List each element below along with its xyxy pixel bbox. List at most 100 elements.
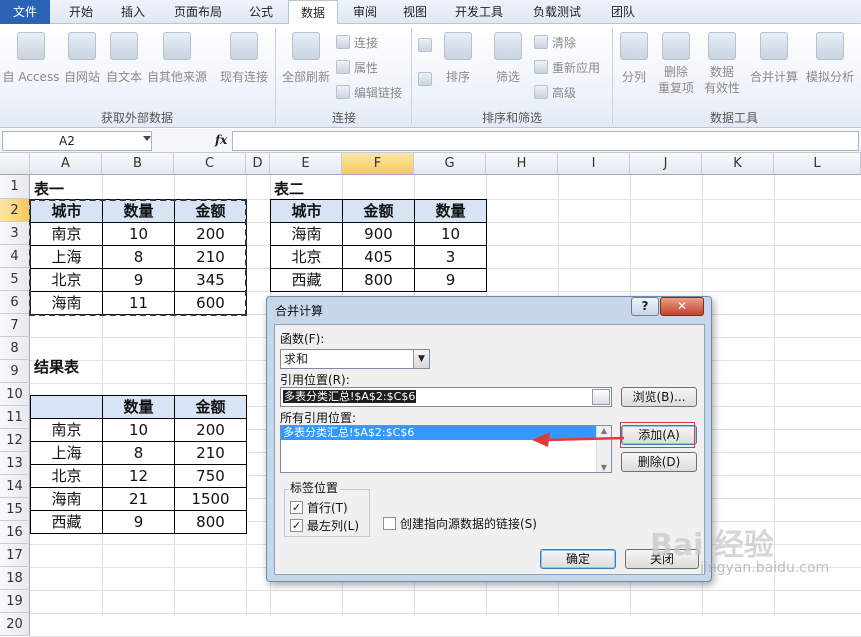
tab-view[interactable]: 视图 [392,0,438,24]
chevron-down-icon[interactable] [143,136,151,141]
sort-asc-button[interactable] [418,38,436,53]
name-box[interactable]: A2 [2,131,152,151]
table2-cell[interactable]: 9 [414,268,487,292]
result-table-header-cell[interactable]: 金额 [174,395,247,419]
what-if-analysis-button[interactable]: 模拟分析 [803,32,857,85]
result-table-cell[interactable]: 南京 [30,418,103,442]
help-button[interactable]: ? [631,297,659,316]
from-access-button[interactable]: 自 Access [2,32,60,85]
column-header[interactable]: G [414,153,486,175]
row-header[interactable]: 13 [0,452,30,475]
column-header[interactable]: L [774,153,861,175]
existing-connections-button[interactable]: 现有连接 [218,32,270,85]
insert-function-icon[interactable]: fx [215,133,227,147]
row-header[interactable]: 15 [0,498,30,521]
tab-team[interactable]: 团队 [600,0,646,24]
result-table-cell[interactable]: 21 [102,487,175,511]
column-header[interactable]: C [174,153,246,175]
result-table-cell[interactable]: 800 [174,510,247,534]
row-header[interactable]: 11 [0,406,30,429]
column-header[interactable]: K [702,153,774,175]
sort-desc-button[interactable] [418,72,436,87]
sort-button[interactable]: 排序 [440,32,476,85]
result-table-cell[interactable]: 上海 [30,441,103,465]
tab-load-test[interactable]: 负载测试 [522,0,592,24]
connections-button[interactable]: 连接 [336,34,378,51]
row-header[interactable]: 8 [0,337,30,360]
row-header[interactable]: 18 [0,567,30,590]
tab-review[interactable]: 审阅 [342,0,388,24]
from-text-button[interactable]: 自文本 [104,32,144,85]
consolidate-button[interactable]: 合并计算 [748,32,800,85]
chevron-down-icon[interactable]: ▼ [413,350,429,368]
row-header[interactable]: 14 [0,475,30,498]
tab-file[interactable]: 文件 [0,0,50,24]
result-table-cell[interactable]: 750 [174,464,247,488]
column-header[interactable]: B [102,153,174,175]
from-web-button[interactable]: 自网站 [62,32,102,85]
data-validation-button[interactable]: 数据 有效性 [700,32,744,96]
reapply-button[interactable]: 重新应用 [534,59,600,76]
formula-input[interactable] [232,131,859,151]
refresh-all-button[interactable]: 全部刷新 [280,32,332,85]
table2-cell[interactable]: 900 [342,222,415,246]
row-header[interactable]: 12 [0,429,30,452]
result-table-cell[interactable]: 海南 [30,487,103,511]
delete-button[interactable]: 删除(D) [621,452,697,472]
column-header[interactable]: F [342,153,414,175]
row-header[interactable]: 16 [0,521,30,544]
browse-button[interactable]: 浏览(B)... [621,387,697,407]
column-header[interactable]: A [30,153,102,175]
row-header[interactable]: 10 [0,383,30,406]
row-header[interactable]: 9 [0,360,30,383]
table2-header-cell[interactable]: 金额 [342,199,415,223]
column-header[interactable]: D [246,153,270,175]
tab-data[interactable]: 数据 [288,0,338,25]
column-header[interactable]: E [270,153,342,175]
result-table-cell[interactable]: 210 [174,441,247,465]
table2-header-cell[interactable]: 城市 [270,199,343,223]
column-header[interactable]: J [630,153,702,175]
row-header[interactable]: 19 [0,590,30,613]
table2-cell[interactable]: 海南 [270,222,343,246]
result-table-cell[interactable]: 12 [102,464,175,488]
select-all-corner[interactable] [0,153,30,175]
result-table-cell[interactable]: 1500 [174,487,247,511]
row-header[interactable]: 1 [0,175,30,199]
close-icon[interactable]: ✕ [660,297,704,316]
row-header[interactable]: 4 [0,245,30,268]
table2-cell[interactable]: 800 [342,268,415,292]
result-table-header-cell[interactable]: 数量 [102,395,175,419]
properties-button[interactable]: 属性 [336,59,378,76]
result-table-cell[interactable]: 10 [102,418,175,442]
table2-cell[interactable]: 西藏 [270,268,343,292]
clear-button[interactable]: 清除 [534,34,576,51]
table2-header-cell[interactable]: 数量 [414,199,487,223]
remove-duplicates-button[interactable]: 删除 重复项 [656,32,696,96]
result-table-cell[interactable]: 200 [174,418,247,442]
function-select[interactable]: 求和 ▼ [280,349,430,369]
tab-page-layout[interactable]: 页面布局 [160,0,236,24]
filter-button[interactable]: 筛选 [490,32,526,85]
left-column-checkbox[interactable]: ✓ [290,519,303,532]
row-header[interactable]: 3 [0,222,30,245]
column-header[interactable]: H [486,153,558,175]
text-to-columns-button[interactable]: 分列 [616,32,652,85]
collapse-dialog-icon[interactable] [592,389,610,405]
table2-cell[interactable]: 3 [414,245,487,269]
row-header[interactable]: 17 [0,544,30,567]
table2-cell[interactable]: 10 [414,222,487,246]
result-table-cell[interactable]: 8 [102,441,175,465]
result-table-cell[interactable]: 北京 [30,464,103,488]
first-row-checkbox[interactable]: ✓ [290,501,303,514]
result-table-cell[interactable]: 西藏 [30,510,103,534]
result-table-header-cell[interactable] [30,395,103,419]
create-links-checkbox[interactable] [383,517,396,530]
ok-button[interactable]: 确定 [540,549,616,569]
scroll-down-icon[interactable]: ▼ [597,463,611,472]
tab-home[interactable]: 开始 [56,0,106,24]
tab-developer[interactable]: 开发工具 [444,0,514,24]
row-header[interactable]: 6 [0,291,30,314]
row-header[interactable]: 7 [0,314,30,337]
advanced-button[interactable]: 高级 [534,84,576,101]
